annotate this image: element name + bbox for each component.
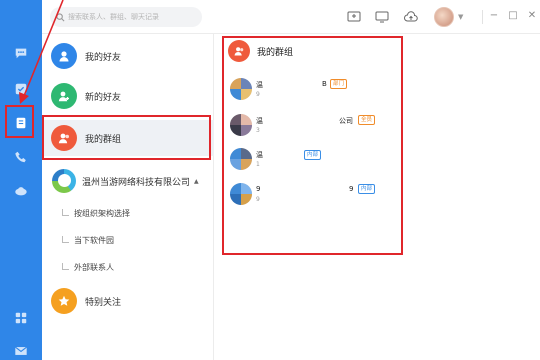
cloud-icon[interactable] — [12, 182, 30, 200]
close-icon[interactable]: ✕ — [526, 10, 538, 21]
external-contacts-label: 外部联系人 — [74, 263, 114, 272]
maximize-icon[interactable]: □ — [507, 10, 519, 21]
tree-branch-icon — [62, 262, 69, 270]
organization-item[interactable]: 温州当游网络科技有限公司 ▲ — [42, 163, 214, 199]
cloud-upload-icon[interactable] — [404, 10, 418, 24]
annotation-box-my-groups — [42, 115, 211, 160]
special-follow-label: 特别关注 — [85, 297, 122, 308]
organization-label: 温州当游网络科技有限公司 — [82, 177, 191, 188]
organization-logo-icon — [52, 169, 76, 193]
software-park-label: 当下软件园 — [74, 236, 114, 245]
tree-branch-icon — [62, 235, 69, 243]
org-structure-label: 按组织架构选择 — [74, 209, 130, 218]
minimize-icon[interactable]: − — [488, 10, 500, 21]
mail-icon[interactable] — [12, 342, 30, 360]
chevron-down-icon[interactable]: ▼ — [458, 13, 463, 21]
star-icon — [51, 288, 77, 314]
monitor-icon[interactable] — [375, 10, 389, 24]
screen-share-icon[interactable] — [347, 10, 361, 24]
grid-icon[interactable] — [12, 309, 30, 327]
external-contacts-item[interactable]: 外部联系人 — [62, 262, 114, 273]
org-structure-item[interactable]: 按组织架构选择 — [62, 208, 130, 219]
annotation-box-group-panel — [222, 36, 403, 255]
divider — [482, 10, 483, 24]
user-avatar[interactable] — [434, 7, 454, 27]
phone-icon[interactable] — [12, 148, 30, 166]
software-park-item[interactable]: 当下软件园 — [62, 235, 114, 246]
collapse-caret-icon[interactable]: ▲ — [194, 178, 199, 185]
annotation-arrow-icon — [19, 0, 64, 104]
tree-branch-icon — [62, 208, 69, 216]
special-follow-item[interactable]: 特别关注 — [42, 283, 214, 319]
